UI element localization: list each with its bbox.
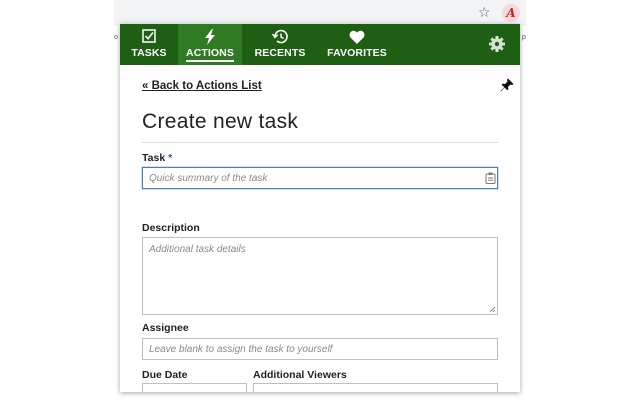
edge-fragment-right: p <box>522 34 526 41</box>
clipboard-icon[interactable] <box>485 172 496 184</box>
task-label: Task * <box>142 152 172 164</box>
tab-tasks[interactable]: TASKS <box>126 24 172 65</box>
tab-recents-label: RECENTS <box>254 47 306 59</box>
gear-icon[interactable] <box>488 35 506 53</box>
tab-tasks-label: TASKS <box>131 47 167 59</box>
heart-icon <box>349 30 365 44</box>
extension-icon[interactable]: A <box>502 4 520 22</box>
resize-handle-icon[interactable] <box>488 305 496 313</box>
required-marker: * <box>168 152 173 164</box>
task-label-text: Task <box>142 152 166 164</box>
tab-favorites[interactable]: FAVORITES <box>324 24 390 65</box>
extension-popup: TASKS ACTIONS RECENTS FAVORITES « Back t… <box>120 24 520 392</box>
due-date-input[interactable] <box>142 383 247 392</box>
tab-recents[interactable]: RECENTS <box>252 24 308 65</box>
viewers-input[interactable] <box>253 383 498 392</box>
tab-favorites-label: FAVORITES <box>327 47 387 59</box>
description-textarea[interactable] <box>142 237 498 315</box>
bookmark-star-icon[interactable]: ☆ <box>478 5 491 21</box>
due-date-label: Due Date <box>142 369 188 381</box>
edge-fragment-left: o <box>114 34 118 41</box>
tab-actions[interactable]: ACTIONS <box>178 24 242 65</box>
history-icon <box>271 29 288 44</box>
assignee-input[interactable] <box>142 338 498 360</box>
back-to-actions-link[interactable]: « Back to Actions List <box>142 80 262 92</box>
assignee-label: Assignee <box>142 322 189 334</box>
page-title: Create new task <box>142 110 299 133</box>
viewers-label: Additional Viewers <box>253 369 347 381</box>
checkbox-icon <box>142 29 156 43</box>
description-label: Description <box>142 222 200 234</box>
browser-toolbar <box>114 0 526 26</box>
tab-actions-label: ACTIONS <box>178 47 242 62</box>
title-divider <box>142 142 498 143</box>
task-input[interactable] <box>142 167 498 189</box>
lightning-icon <box>205 29 215 45</box>
top-nav: TASKS ACTIONS RECENTS FAVORITES <box>120 24 520 65</box>
pushpin-icon[interactable] <box>500 78 514 92</box>
